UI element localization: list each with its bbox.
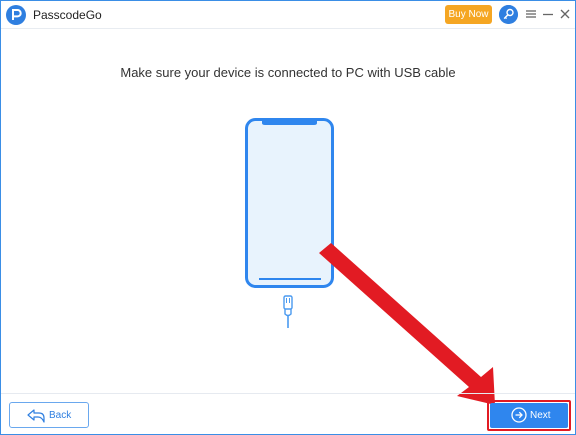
next-button[interactable]: Next <box>490 403 568 428</box>
close-icon[interactable] <box>557 6 573 22</box>
footer-divider <box>1 393 575 394</box>
back-arrow-icon <box>27 409 45 423</box>
connection-instruction: Make sure your device is connected to PC… <box>120 65 456 80</box>
next-arrow-icon <box>511 407 527 423</box>
key-search-icon[interactable] <box>499 5 518 24</box>
phone-icon <box>245 118 334 288</box>
menu-icon[interactable] <box>523 6 539 22</box>
app-title: PasscodeGo <box>33 8 102 22</box>
next-label: Next <box>530 410 551 421</box>
back-label: Back <box>49 410 72 421</box>
app-window: PasscodeGo Buy Now Make sure your device… <box>0 0 576 435</box>
passcodego-logo-icon <box>6 5 26 25</box>
back-button[interactable]: Back <box>9 402 89 428</box>
buy-now-button[interactable]: Buy Now <box>445 5 492 24</box>
minimize-icon[interactable] <box>540 6 556 22</box>
usb-cable-icon <box>283 295 293 328</box>
title-bar: PasscodeGo Buy Now <box>1 1 575 29</box>
